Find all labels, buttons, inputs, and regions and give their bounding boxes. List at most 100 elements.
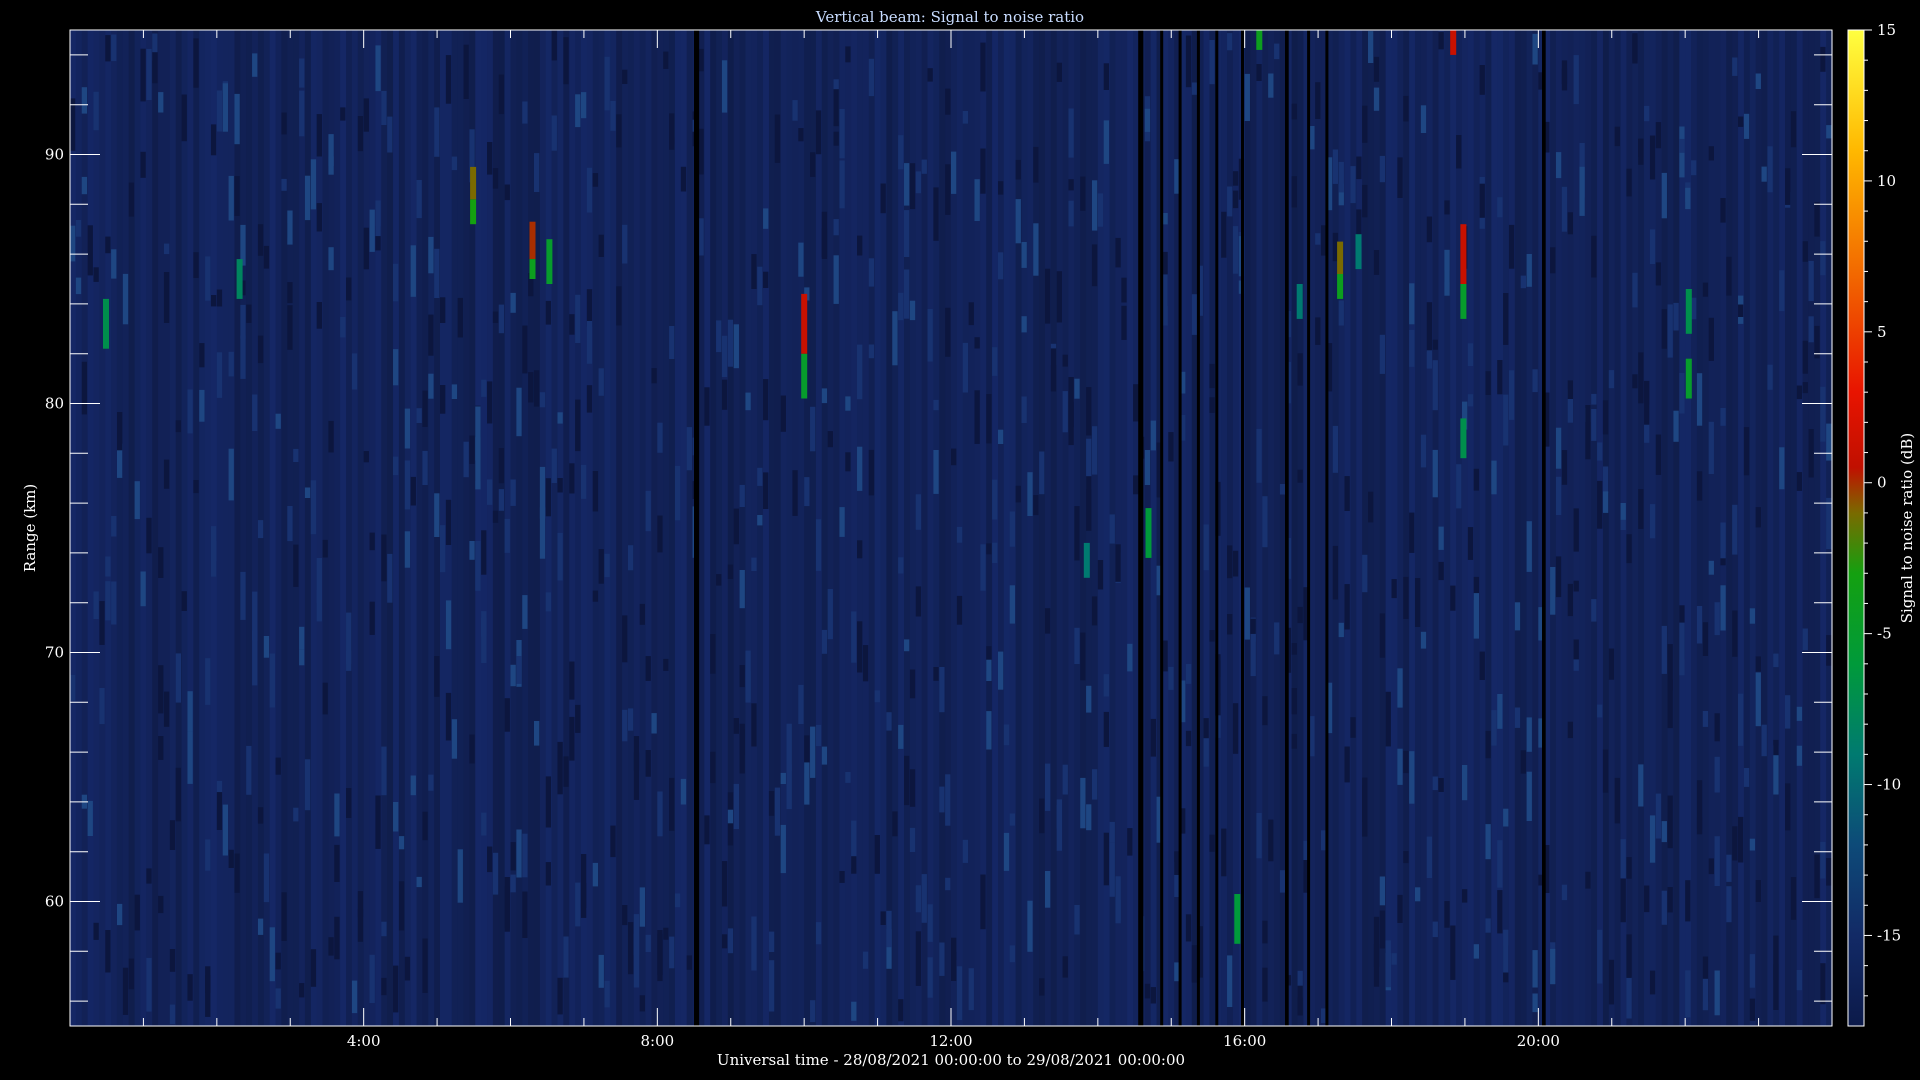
noise-streak [698, 128, 704, 175]
noise-column [387, 30, 394, 1026]
noise-streak [1097, 560, 1104, 590]
noise-column [428, 30, 435, 1026]
noise-streak [1708, 421, 1714, 474]
noise-streak [868, 258, 875, 287]
noise-streak [528, 372, 534, 403]
noise-streak [633, 736, 640, 771]
noise-streak [1168, 432, 1174, 462]
noise-streak [375, 795, 381, 849]
noise-streak [1802, 628, 1808, 651]
data-gap [1325, 30, 1329, 1026]
noise-streak [175, 653, 182, 703]
noise-column [105, 30, 112, 1026]
noise-streak [340, 317, 346, 338]
noise-streak [346, 277, 352, 301]
noise-streak [1062, 354, 1068, 367]
noise-streak [933, 667, 939, 681]
noise-streak [1614, 777, 1620, 824]
noise-column [992, 30, 999, 1026]
noise-streak [1749, 998, 1756, 1021]
noise-column [128, 30, 136, 1026]
noise-streak [210, 295, 217, 307]
noise-column [93, 30, 100, 1026]
noise-streak [557, 412, 563, 424]
noise-streak [533, 370, 540, 407]
noise-streak [1632, 35, 1638, 61]
noise-streak [1555, 152, 1562, 179]
noise-column [381, 30, 388, 1026]
noise-streak [510, 479, 516, 506]
noise-streak [1397, 157, 1403, 198]
noise-streak [939, 942, 945, 976]
plot-area [70, 30, 1833, 1026]
noise-streak [1702, 622, 1709, 656]
noise-streak [674, 465, 681, 521]
noise-streak [1033, 146, 1039, 183]
noise-streak [1661, 821, 1667, 843]
noise-streak [575, 704, 581, 733]
noise-streak [381, 921, 387, 937]
noise-streak [1362, 554, 1368, 593]
noise-streak [827, 431, 833, 448]
noise-streak [1461, 765, 1468, 801]
noise-streak [1696, 373, 1703, 426]
noise-streak [1491, 710, 1497, 746]
noise-streak [1826, 423, 1832, 461]
noise-streak [551, 448, 557, 483]
noise-streak [1738, 304, 1744, 317]
noise-column [1696, 30, 1704, 1026]
noise-streak [445, 600, 452, 650]
noise-streak [815, 519, 822, 571]
noise-streak [1373, 250, 1380, 275]
noise-streak [622, 905, 628, 926]
noise-column [674, 30, 682, 1026]
noise-streak [539, 466, 546, 519]
noise-streak [1614, 126, 1620, 147]
noise-streak [416, 180, 422, 219]
noise-column [1749, 30, 1757, 1026]
noise-streak [686, 427, 692, 471]
noise-streak [1091, 180, 1098, 231]
noise-column [663, 30, 670, 1026]
echo-cell [1337, 241, 1344, 274]
noise-streak [1573, 639, 1579, 660]
noise-streak [1379, 910, 1386, 949]
noise-streak [539, 392, 546, 408]
noise-streak [868, 58, 875, 97]
noise-streak [657, 791, 663, 837]
noise-streak [1602, 749, 1609, 793]
noise-streak [1696, 471, 1703, 501]
noise-streak [216, 792, 223, 830]
noise-streak [205, 658, 211, 705]
noise-streak [299, 58, 305, 88]
noise-streak [1655, 122, 1662, 149]
noise-streak [733, 508, 739, 545]
noise-streak [557, 977, 563, 1015]
noise-streak [81, 176, 88, 195]
noise-column [622, 30, 629, 1026]
noise-streak [1550, 948, 1556, 985]
noise-streak [833, 131, 839, 146]
noise-streak [1103, 711, 1109, 747]
noise-streak [410, 245, 416, 297]
noise-streak [645, 656, 651, 681]
noise-column [1550, 30, 1557, 1026]
noise-streak [868, 449, 875, 496]
x-tick-label: 12:00 [929, 1032, 972, 1050]
noise-streak [1056, 62, 1063, 82]
noise-streak [915, 931, 922, 986]
noise-streak [815, 724, 822, 747]
echo-cell [1460, 284, 1467, 319]
noise-column [598, 30, 606, 1026]
noise-streak [181, 591, 187, 611]
noise-column [1368, 30, 1375, 1026]
noise-streak [545, 300, 552, 325]
noise-streak [1044, 763, 1051, 811]
noise-streak [252, 53, 258, 77]
noise-streak [1555, 556, 1562, 598]
noise-streak [134, 894, 140, 931]
noise-streak [886, 712, 892, 731]
noise-streak [1785, 783, 1791, 831]
noise-streak [1209, 397, 1215, 413]
noise-streak [956, 595, 963, 625]
